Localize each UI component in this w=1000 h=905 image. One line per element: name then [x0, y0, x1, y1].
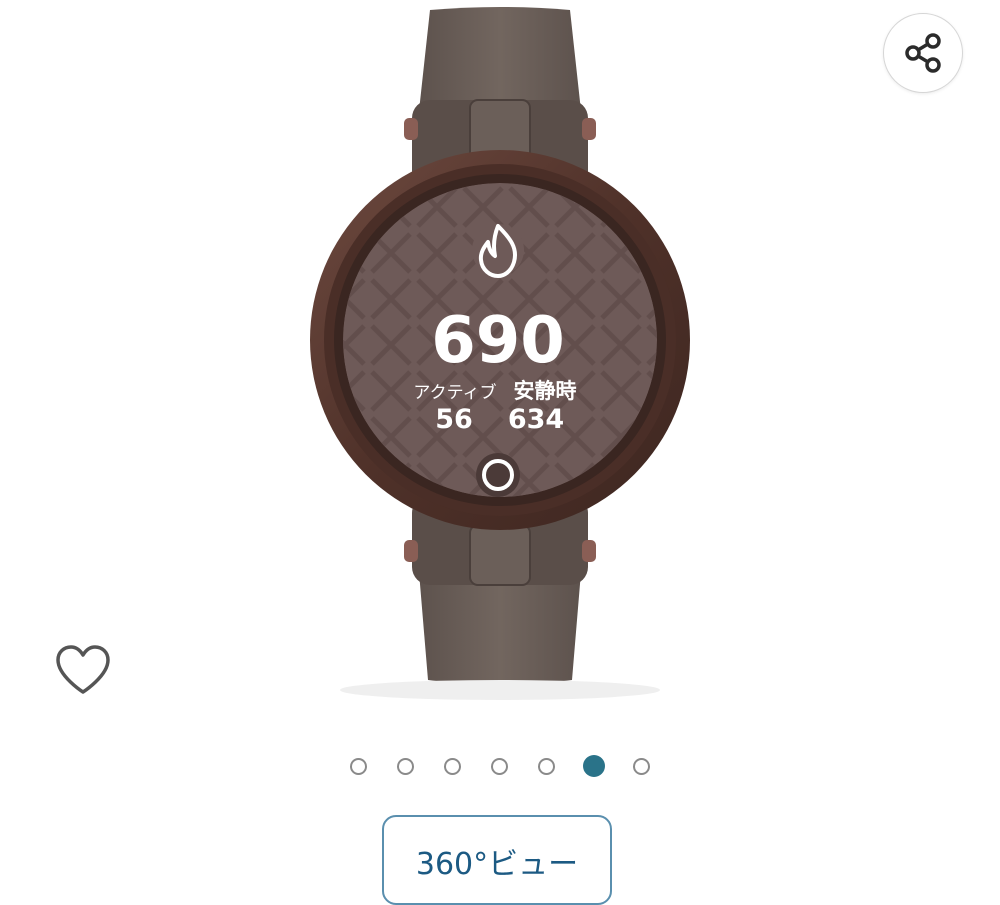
active-calories-value: 56	[435, 404, 473, 435]
view-360-button[interactable]: 360°ビュー	[382, 815, 612, 905]
active-calories-label: アクティブ	[413, 382, 496, 403]
view-360-label: 360°ビュー	[415, 847, 579, 882]
watch-touch-button	[476, 453, 520, 497]
resting-calories-label: 安静時	[514, 379, 577, 403]
share-button[interactable]	[883, 13, 963, 93]
wishlist-button[interactable]	[50, 640, 116, 700]
carousel-dot[interactable]	[350, 757, 367, 775]
calories-total: 690	[431, 304, 565, 378]
carousel-dot[interactable]	[491, 757, 508, 775]
carousel-dot[interactable]	[397, 757, 414, 775]
carousel-dot[interactable]	[633, 757, 650, 775]
product-image[interactable]: 690 アクティブ 安静時 56 634	[300, 0, 700, 700]
share-icon	[905, 33, 941, 73]
carousel-dot[interactable]	[583, 755, 605, 777]
heart-outline-icon	[56, 645, 110, 694]
carousel-dot[interactable]	[538, 757, 555, 775]
resting-calories-value: 634	[508, 404, 564, 435]
flame-icon	[472, 224, 524, 278]
carousel-dots	[0, 753, 1000, 779]
carousel-dot[interactable]	[444, 757, 461, 775]
